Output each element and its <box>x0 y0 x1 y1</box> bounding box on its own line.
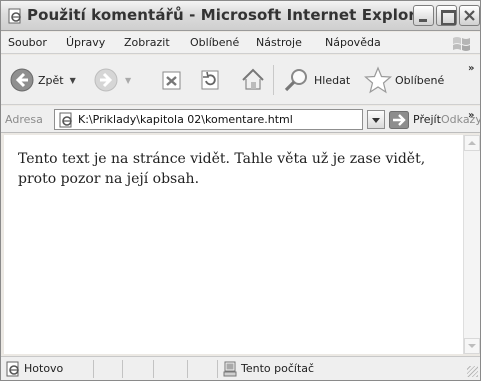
home-button[interactable] <box>240 55 266 105</box>
search-button[interactable]: Hledat <box>283 55 350 105</box>
search-label: Hledat <box>314 73 351 87</box>
page-text: Tento text je na stránce vidět. Tahle vě… <box>18 151 426 187</box>
ie-page-icon <box>59 112 72 128</box>
status-divider <box>217 360 218 378</box>
status-divider <box>153 360 154 378</box>
menu-oblibene[interactable]: Oblíbené <box>190 36 239 49</box>
menu-zobrazit[interactable]: Zobrazit <box>124 36 170 49</box>
search-icon <box>284 69 307 92</box>
refresh-button[interactable] <box>200 55 222 105</box>
page-content: Tento text je na stránce vidět. Tahle vě… <box>4 135 463 354</box>
forward-button[interactable]: ▼ <box>93 55 131 105</box>
close-icon <box>464 10 475 21</box>
close-button[interactable] <box>459 5 480 26</box>
forward-arrow-icon <box>94 68 118 92</box>
standard-toolbar: Zpět ▼ ▼ Hledat Oblíbené » <box>1 55 480 105</box>
go-arrow-icon <box>389 110 409 129</box>
zone-text: Tento počítač <box>241 362 315 375</box>
favorites-label: Oblíbené <box>395 73 445 87</box>
toolbar-separator <box>273 65 274 95</box>
stop-button[interactable] <box>161 55 183 105</box>
go-button[interactable]: Přejít <box>389 109 441 130</box>
menu-napoveda[interactable]: Nápověda <box>325 36 381 49</box>
menu-upravy[interactable]: Úpravy <box>66 36 105 49</box>
links-more-icon[interactable]: » <box>468 110 475 121</box>
favorites-button[interactable]: Oblíbené <box>364 55 444 105</box>
status-bar: Hotovo Tento počítač <box>1 356 480 380</box>
forward-dropdown-icon[interactable]: ▼ <box>125 76 131 85</box>
stop-icon <box>162 71 181 90</box>
address-dropdown-button[interactable] <box>367 110 385 129</box>
minimize-button[interactable] <box>413 5 434 26</box>
back-arrow-icon <box>10 68 34 92</box>
window-title: Použití komentářů - Microsoft Internet E… <box>27 6 434 24</box>
address-label: Adresa <box>5 113 43 126</box>
status-divider <box>122 360 123 378</box>
star-icon <box>364 66 392 94</box>
maximize-button[interactable] <box>436 5 457 26</box>
computer-icon <box>223 361 237 377</box>
scroll-down-button[interactable] <box>464 338 480 354</box>
scroll-up-button[interactable] <box>464 135 480 151</box>
menu-bar: Soubor Úpravy Zobrazit Oblíbené Nástroje… <box>1 32 480 54</box>
back-label: Zpět <box>38 73 64 87</box>
back-dropdown-icon[interactable]: ▼ <box>70 76 76 85</box>
menu-nastroje[interactable]: Nástroje <box>256 36 302 49</box>
links-label[interactable]: Odkazy <box>441 113 481 126</box>
toolbar-more-icon[interactable]: » <box>468 63 475 74</box>
status-divider <box>187 360 188 378</box>
title-bar[interactable]: Použití komentářů - Microsoft Internet E… <box>1 1 480 31</box>
status-divider <box>93 360 94 378</box>
windows-logo-icon <box>453 37 470 51</box>
address-input[interactable]: K:\Priklady\kapitola 02\komentare.html <box>54 109 363 130</box>
ie-page-icon <box>8 8 21 24</box>
status-text: Hotovo <box>24 362 64 375</box>
menu-soubor[interactable]: Soubor <box>8 36 47 49</box>
refresh-icon <box>201 70 219 90</box>
address-url: K:\Priklady\kapitola 02\komentare.html <box>78 113 293 126</box>
address-bar: Adresa K:\Priklady\kapitola 02\komentare… <box>1 106 481 133</box>
go-label: Přejít <box>413 113 441 126</box>
browser-window: Použití komentářů - Microsoft Internet E… <box>0 0 481 381</box>
resize-grip[interactable] <box>467 366 478 377</box>
home-icon <box>242 68 264 90</box>
ie-page-icon <box>6 361 19 377</box>
back-button[interactable]: Zpět ▼ <box>9 55 76 105</box>
vertical-scrollbar[interactable] <box>463 135 480 354</box>
